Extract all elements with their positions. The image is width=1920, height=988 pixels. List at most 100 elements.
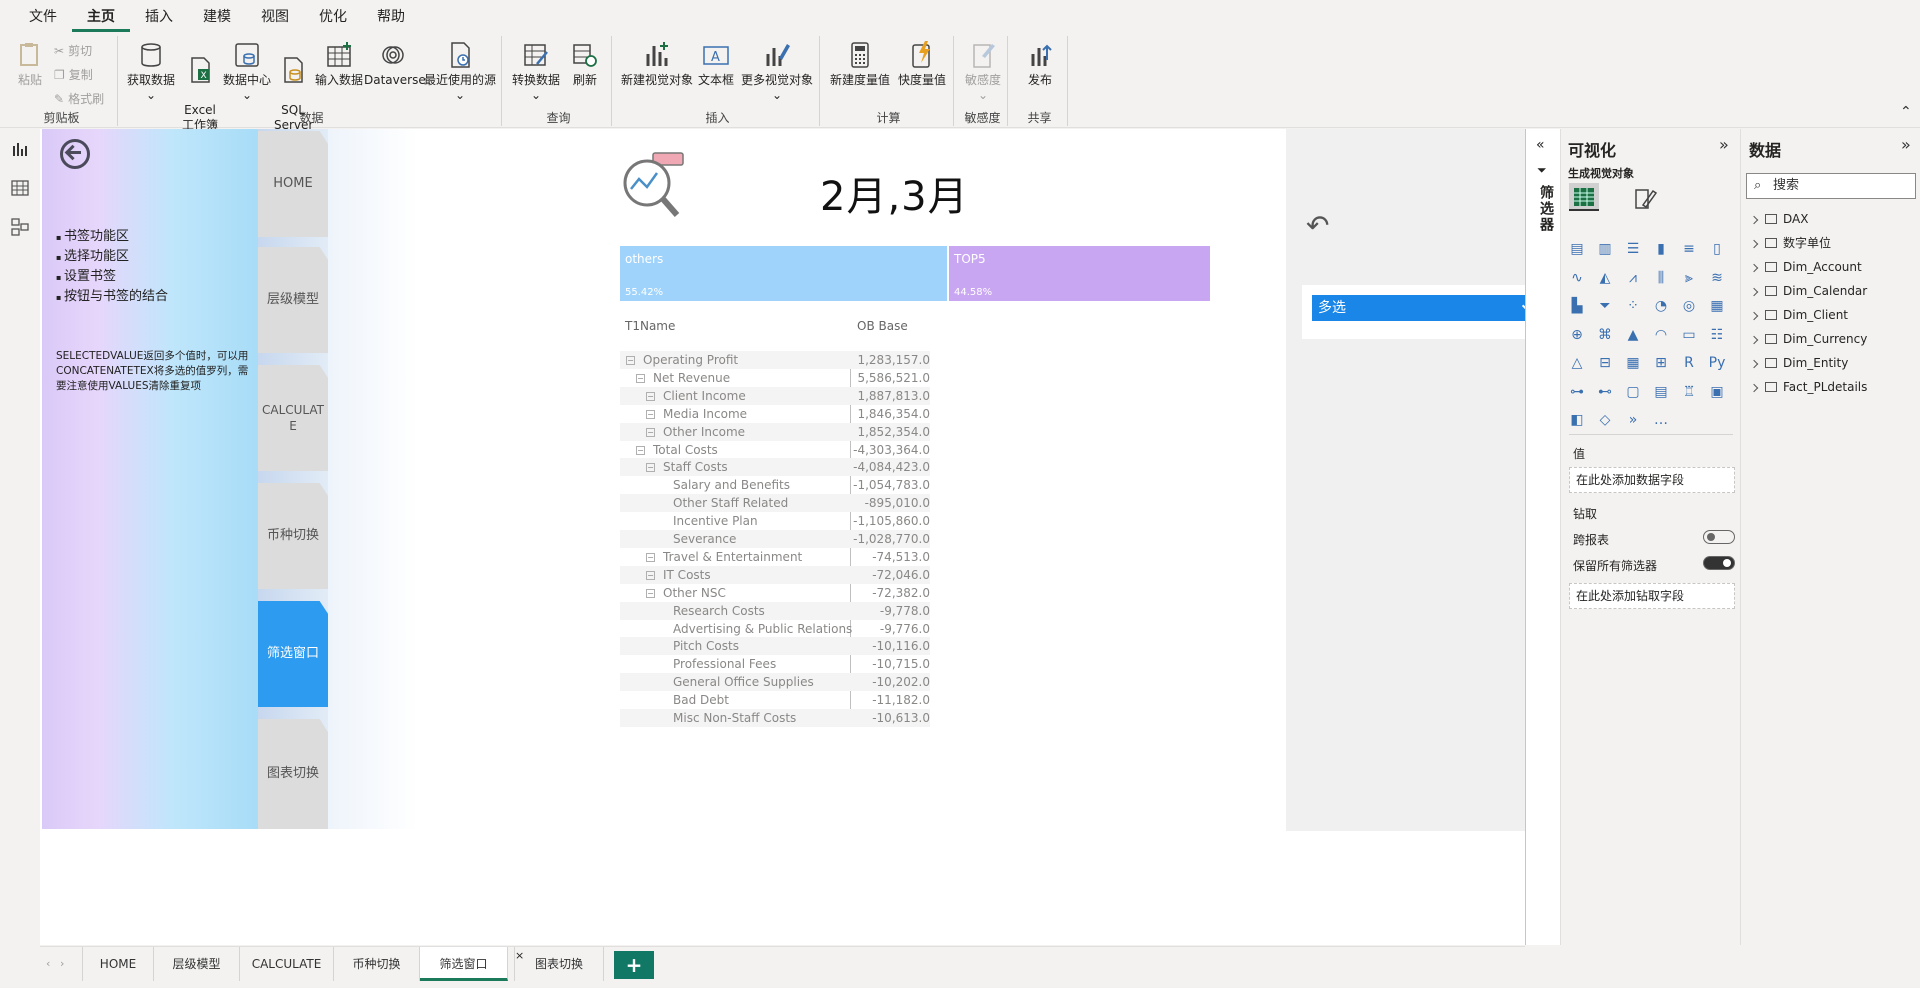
model-view-icon[interactable] xyxy=(11,218,29,236)
add-page-button[interactable]: + xyxy=(614,951,654,979)
chevron-right-icon[interactable] xyxy=(1749,287,1759,297)
collapse-viz-icon[interactable]: » xyxy=(1719,135,1729,154)
table-row[interactable]: Misc Non-Staff Costs -10,613.0 xyxy=(620,709,930,727)
collapse-toggle-icon[interactable]: − xyxy=(636,445,645,455)
stacked-column-icon[interactable]: ▥ xyxy=(1595,239,1615,259)
narrative-icon[interactable]: ▤ xyxy=(1651,382,1671,402)
paginated-icon[interactable]: ▣ xyxy=(1707,382,1727,402)
table-row[interactable]: − Net Revenue 5,586,521.0 xyxy=(620,369,930,387)
area-chart-icon[interactable]: ◭ xyxy=(1595,268,1615,288)
table-row[interactable]: Salary and Benefits -1,054,783.0 xyxy=(620,476,930,494)
table-row[interactable]: Professional Fees -10,715.0 xyxy=(620,655,930,673)
filled-map-icon[interactable]: ⌘ xyxy=(1595,325,1615,345)
chevron-right-icon[interactable] xyxy=(1749,263,1759,273)
new-measure-button[interactable]: 新建度量值 xyxy=(828,40,892,88)
100-bar-icon[interactable]: ≡ xyxy=(1679,239,1699,259)
nav-tab-hierarchy[interactable]: 层级模型 xyxy=(258,247,328,353)
metrics-icon[interactable]: ♖ xyxy=(1679,382,1699,402)
report-view-icon[interactable] xyxy=(11,140,29,158)
table-row[interactable]: − Total Costs -4,303,364.0 xyxy=(620,441,930,459)
back-arrow-icon[interactable] xyxy=(60,139,90,169)
python-visual-icon[interactable]: Py xyxy=(1707,353,1727,373)
field-table-item[interactable]: Dim_Entity xyxy=(1749,353,1848,373)
selection-dropdown[interactable]: 多选 xyxy=(1302,285,1525,339)
top5-bar[interactable]: TOP5 44.58% xyxy=(949,246,1210,301)
power-apps-icon[interactable]: ◧ xyxy=(1567,410,1587,430)
page-tab-currency[interactable]: 币种切换 xyxy=(334,947,420,981)
table-row[interactable]: Pitch Costs -10,116.0 xyxy=(620,637,930,656)
table-row[interactable]: Research Costs -9,778.0 xyxy=(620,601,930,620)
clustered-column-icon[interactable]: ▮ xyxy=(1651,239,1671,259)
more-visuals-button[interactable]: 更多视觉对象 ⌄ xyxy=(738,40,816,103)
table-row[interactable]: − Other Income 1,852,354.0 xyxy=(620,422,930,441)
collapse-toggle-icon[interactable]: − xyxy=(646,463,655,473)
recent-sources-button[interactable]: 最近使用的源 ⌄ xyxy=(420,40,500,103)
nav-tab-filter-window[interactable]: 筛选窗口 xyxy=(258,601,328,707)
page-tab-filter-window[interactable]: 筛选窗口 xyxy=(420,947,508,981)
qa-icon[interactable]: ▢ xyxy=(1623,382,1643,402)
waterfall-icon[interactable]: ▙ xyxy=(1567,296,1587,316)
power-automate-icon[interactable]: ◇ xyxy=(1595,410,1615,430)
tab-scroll-right-icon[interactable]: › xyxy=(60,947,64,981)
matrix-icon[interactable]: ⊞ xyxy=(1651,353,1671,373)
drill-through-well[interactable]: 在此处添加钻取字段 xyxy=(1569,583,1735,609)
menu-insert[interactable]: 插入 xyxy=(130,0,188,32)
table-row[interactable]: Bad Debt -11,182.0 xyxy=(620,691,930,709)
matrix-header-ob-base[interactable]: OB Base xyxy=(857,319,908,333)
refresh-button[interactable]: 刷新 xyxy=(564,40,606,88)
field-table-item[interactable]: 数字单位 xyxy=(1749,233,1831,253)
format-visual-icon[interactable] xyxy=(1633,187,1657,211)
page-tab-hierarchy[interactable]: 层级模型 xyxy=(154,947,240,981)
field-table-item[interactable]: DAX xyxy=(1749,209,1808,229)
nav-tab-home[interactable]: HOME xyxy=(258,131,328,237)
menu-file[interactable]: 文件 xyxy=(14,0,72,32)
line-column-icon[interactable]: ⫼ xyxy=(1651,268,1671,288)
scatter-icon[interactable]: ⁘ xyxy=(1623,296,1643,316)
chevron-right-icon[interactable] xyxy=(1749,383,1759,393)
table-row[interactable]: Advertising & Public Relations -9,776.0 xyxy=(620,620,930,638)
others-bar[interactable]: others 55.42% xyxy=(620,246,947,301)
matrix-header-t1name[interactable]: T1Name xyxy=(625,319,675,333)
dropdown-selected[interactable]: 多选 xyxy=(1312,295,1525,321)
slicer-icon[interactable]: ⊟ xyxy=(1595,353,1615,373)
line-clustered-icon[interactable]: ⫸ xyxy=(1679,268,1699,288)
get-data-button[interactable]: 获取数据 ⌄ xyxy=(126,40,176,103)
100-column-icon[interactable]: ▯ xyxy=(1707,239,1727,259)
transform-data-button[interactable]: 转换数据 ⌄ xyxy=(510,40,562,103)
collapse-toggle-icon[interactable]: − xyxy=(646,570,655,580)
collapse-ribbon-icon[interactable]: ⌃ xyxy=(1900,104,1912,120)
textbox-button[interactable]: A 文本框 xyxy=(694,40,738,88)
build-visual-tab[interactable] xyxy=(1569,183,1599,211)
clustered-bar-icon[interactable]: ☰ xyxy=(1623,239,1643,259)
power-apps-flow-icon[interactable]: » xyxy=(1623,410,1643,430)
collapse-toggle-icon[interactable]: − xyxy=(646,409,655,419)
chevron-right-icon[interactable] xyxy=(1749,215,1759,225)
stacked-area-icon[interactable]: ⩘ xyxy=(1623,268,1643,288)
chevron-right-icon[interactable] xyxy=(1749,359,1759,369)
menu-view[interactable]: 视图 xyxy=(246,0,304,32)
data-hub-button[interactable]: 数据中心 ⌄ xyxy=(222,40,272,103)
quick-measure-button[interactable]: 快度量值 xyxy=(894,40,950,88)
collapse-data-icon[interactable]: » xyxy=(1901,135,1911,154)
chevron-right-icon[interactable] xyxy=(1749,335,1759,345)
donut-icon[interactable]: ◎ xyxy=(1679,296,1699,316)
decomposition-tree-icon[interactable]: ⊷ xyxy=(1595,382,1615,402)
pie-chart-icon[interactable]: ◔ xyxy=(1651,296,1671,316)
field-table-item[interactable]: Fact_PLdetails xyxy=(1749,377,1867,397)
field-table-item[interactable]: Dim_Client xyxy=(1749,305,1848,325)
multi-row-card-icon[interactable]: ☷ xyxy=(1707,325,1727,345)
table-row[interactable]: − Client Income 1,887,813.0 xyxy=(620,386,930,405)
copy-button[interactable]: ❐ 复制 xyxy=(54,66,93,83)
kpi-icon[interactable]: △ xyxy=(1567,353,1587,373)
chevron-right-icon[interactable] xyxy=(1749,311,1759,321)
card-icon[interactable]: ▭ xyxy=(1679,325,1699,345)
table-row[interactable]: − Media Income 1,846,354.0 xyxy=(620,405,930,423)
page-tab-home[interactable]: HOME xyxy=(82,947,154,981)
menu-home[interactable]: 主页 xyxy=(72,0,130,32)
nav-tab-calculate[interactable]: CALCULATE xyxy=(258,365,328,471)
nav-tab-chart-switch[interactable]: 图表切换 xyxy=(258,719,328,829)
collapse-toggle-icon[interactable]: − xyxy=(646,552,655,562)
collapse-toggle-icon[interactable]: − xyxy=(646,427,655,437)
undo-arrow-icon[interactable]: ↶ xyxy=(1306,209,1329,242)
tab-scroll-left-icon[interactable]: ‹ xyxy=(46,947,50,981)
